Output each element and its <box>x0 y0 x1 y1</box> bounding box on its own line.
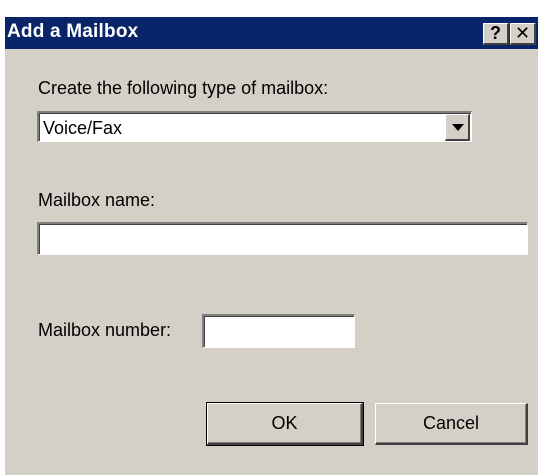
mailbox-name-label: Mailbox name: <box>38 190 156 210</box>
mailbox-name-input[interactable] <box>37 222 528 255</box>
title-bar[interactable]: Add a Mailbox ? ✕ <box>5 17 538 49</box>
close-button[interactable]: ✕ <box>510 23 536 45</box>
mailbox-number-input[interactable] <box>202 314 355 348</box>
close-icon: ✕ <box>514 23 531 43</box>
mailbox-type-label: Create the following type of mailbox: <box>38 78 329 98</box>
cancel-button[interactable]: Cancel <box>375 403 528 445</box>
chevron-down-icon <box>452 124 464 131</box>
ok-button[interactable]: OK <box>206 402 364 446</box>
add-mailbox-dialog: Add a Mailbox ? ✕ Create the following t… <box>5 17 538 475</box>
mailbox-type-value: Voice/Fax <box>43 118 123 138</box>
dialog-title: Add a Mailbox <box>7 21 139 42</box>
mailbox-type-select[interactable]: Voice/Fax <box>37 111 472 142</box>
help-button[interactable]: ? <box>483 23 509 45</box>
dropdown-button[interactable] <box>445 114 470 141</box>
mailbox-number-label: Mailbox number: <box>38 320 172 340</box>
